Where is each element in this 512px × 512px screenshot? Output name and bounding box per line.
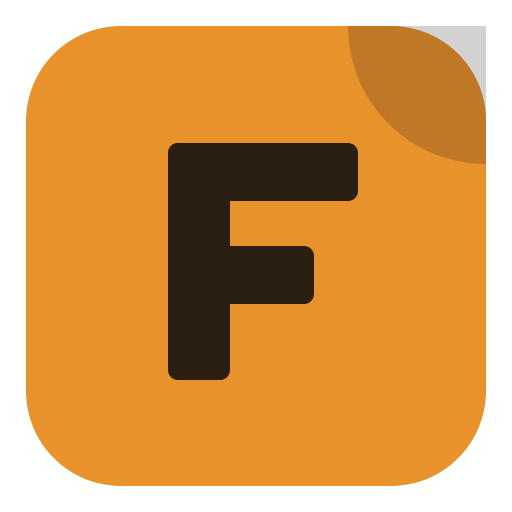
letter-f-top-bar: [168, 143, 358, 201]
app-icon: [26, 26, 486, 486]
icon-canvas: [0, 0, 512, 512]
letter-f-middle-bar: [168, 246, 314, 304]
